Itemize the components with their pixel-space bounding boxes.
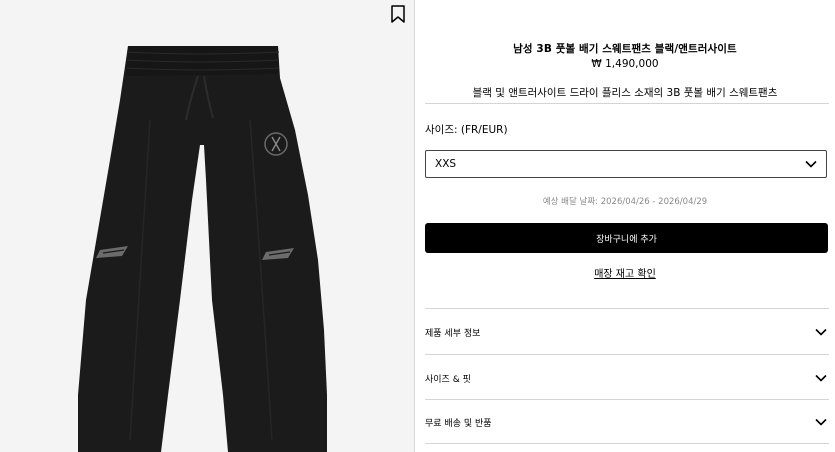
bookmark-icon[interactable] [390, 5, 406, 23]
product-image[interactable] [0, 0, 414, 452]
size-select-value: XXS [435, 158, 457, 170]
chevron-down-icon [815, 418, 827, 426]
accordion-shipping-returns[interactable]: 무료 배송 및 반품 [425, 400, 829, 444]
product-price: ₩ 1,490,000 [591, 58, 659, 70]
chevron-down-icon [805, 160, 817, 168]
chevron-down-icon [815, 374, 827, 382]
divider [425, 443, 829, 444]
chevron-down-icon [815, 328, 827, 336]
store-stock-link[interactable]: 매장 재고 확인 [415, 265, 835, 280]
divider [425, 103, 829, 104]
accordion-size-fit[interactable]: 사이즈 & 핏 [425, 356, 829, 400]
divider [425, 354, 829, 355]
add-to-cart-button[interactable]: 장바구니에 추가 [425, 223, 828, 253]
product-title: 남성 3B 풋볼 배기 스웨트팬츠 블랙/앤트러사이트 [513, 43, 737, 55]
accordion-product-details[interactable]: 제품 세부 정보 [425, 310, 829, 354]
accordion-label: 제품 세부 정보 [425, 329, 481, 339]
delivery-estimate: 예상 배달 날짜: 2026/04/26 - 2026/04/29 [542, 197, 708, 207]
product-info-panel: 남성 3B 풋볼 배기 스웨트팬츠 블랙/앤트러사이트 ₩ 1,490,000 … [415, 0, 835, 452]
product-description: 블랙 및 앤트러사이트 드라이 플리스 소재의 3B 풋볼 배기 스웨트팬츠 [472, 87, 778, 99]
size-select[interactable]: XXS [425, 150, 827, 178]
size-label: 사이즈: (FR/EUR) [425, 124, 508, 136]
divider [425, 308, 829, 309]
accordion-label: 무료 배송 및 반품 [425, 419, 492, 429]
add-to-cart-label: 장바구니에 추가 [596, 234, 657, 245]
accordion-label: 사이즈 & 핏 [425, 375, 471, 385]
product-gallery [0, 0, 415, 452]
